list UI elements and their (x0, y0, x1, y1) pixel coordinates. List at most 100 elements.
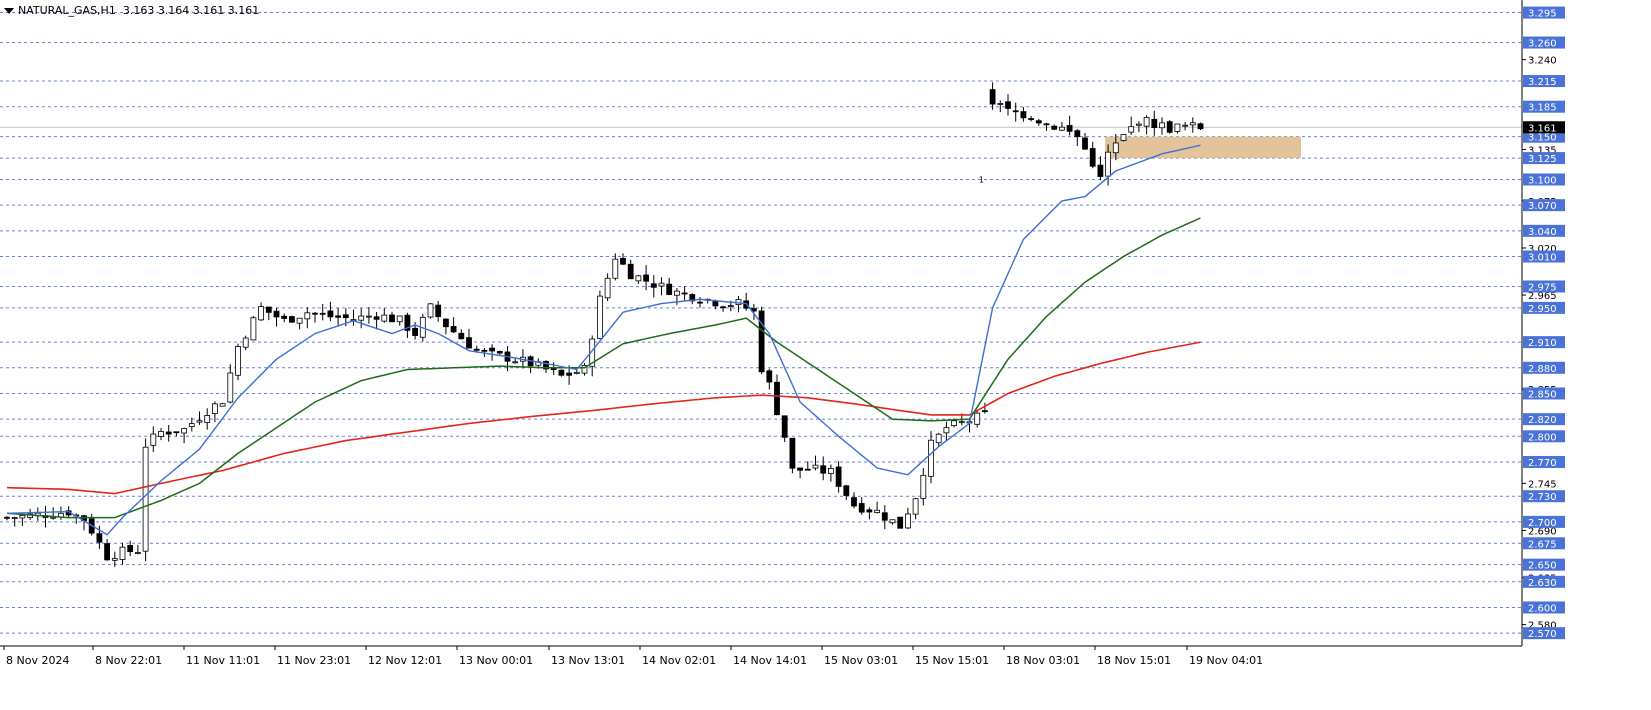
level-label: 2.600 (1528, 603, 1557, 614)
candle-body (1112, 142, 1119, 154)
candle-body (227, 372, 234, 403)
candle-body (373, 316, 380, 320)
candle-body (851, 497, 857, 507)
time-tick-label: 14 Nov 02:01 (642, 654, 716, 667)
candle-body (111, 558, 118, 561)
candle-body (1051, 125, 1058, 130)
zone-rect (1105, 136, 1301, 159)
ohlc-values: 3.163 3.164 3.161 3.161 (122, 4, 260, 17)
candle-body (1005, 101, 1011, 109)
candle-body (273, 310, 280, 318)
candle-body (1097, 164, 1104, 177)
candle-body (296, 317, 303, 324)
level-label: 3.010 (1528, 253, 1557, 264)
candle-body (127, 545, 134, 553)
candle (1197, 122, 1204, 131)
candle-body (196, 420, 203, 423)
time-tick-label: 15 Nov 03:01 (824, 654, 898, 667)
candle-body (204, 415, 211, 423)
candle-body (951, 420, 957, 427)
candle-body (134, 552, 141, 554)
chart-title[interactable]: NATURAL_GAS,H1 3.163 3.164 3.161 3.161 (4, 4, 259, 17)
candle-body (396, 315, 403, 323)
candle-body (466, 337, 472, 349)
candle-body (566, 372, 572, 376)
candle (758, 306, 765, 375)
candle-body (158, 431, 164, 437)
level-label: 3.100 (1528, 175, 1557, 186)
price-chart-svg[interactable]: 1 3.2403.1353.0753.0202.9652.8552.7452.6… (0, 0, 1651, 706)
level-label: 2.950 (1528, 304, 1557, 315)
candle-body (828, 468, 834, 474)
candle-body (573, 371, 580, 374)
candle-body (627, 263, 634, 280)
time-tick-label: 8 Nov 2024 (6, 654, 69, 667)
time-tick-label: 11 Nov 23:01 (277, 654, 351, 667)
level-label: 2.975 (1528, 282, 1557, 293)
candle-body (658, 282, 665, 287)
candle-body (874, 509, 880, 513)
time-tick-label: 13 Nov 00:01 (459, 654, 533, 667)
candle-body (304, 312, 311, 320)
candle-body (727, 305, 734, 307)
candle-body (281, 315, 288, 319)
candle-body (265, 306, 272, 313)
candle-body (997, 103, 1004, 105)
candle-body (211, 403, 218, 414)
time-tick-label: 13 Nov 13:01 (551, 654, 625, 667)
candle-body (235, 346, 241, 376)
candle-body (720, 306, 726, 309)
candle-body (1143, 116, 1150, 127)
level-label: 2.570 (1528, 629, 1557, 640)
candle-body (450, 326, 457, 333)
candle-body (881, 512, 888, 521)
time-tick-label: 19 Nov 04:01 (1189, 654, 1263, 667)
level-label: 2.630 (1528, 578, 1557, 589)
candle-body (11, 517, 18, 519)
candle-body (1089, 148, 1096, 167)
candle (288, 315, 295, 323)
time-tick-label: 11 Nov 11:01 (186, 654, 260, 667)
candle-body (104, 543, 110, 561)
candle-body (489, 347, 496, 352)
candle-body (242, 337, 249, 348)
candle-body (797, 467, 803, 471)
candle-body (866, 509, 873, 513)
level-label: 2.700 (1528, 518, 1557, 529)
candle-body (142, 446, 149, 552)
candle-body (442, 318, 449, 328)
candle-body (812, 464, 819, 469)
candle-body (4, 516, 10, 519)
candle-body (365, 315, 372, 318)
level-label: 3.040 (1528, 227, 1557, 238)
candle-body (1074, 130, 1081, 138)
candle-body (620, 257, 626, 265)
candle-body (781, 415, 788, 438)
price-tick-label: 2.745 (1528, 479, 1557, 490)
candle-body (150, 433, 157, 446)
candle-body (288, 316, 295, 323)
candle-body (982, 410, 988, 413)
current-price-label: 3.161 (1528, 123, 1557, 134)
level-label: 2.910 (1528, 338, 1557, 349)
time-tick-label: 12 Nov 12:01 (368, 654, 442, 667)
candle-body (119, 546, 126, 560)
candle-body (19, 514, 26, 519)
candle-body (173, 431, 180, 434)
candle (789, 437, 796, 474)
level-label: 2.770 (1528, 458, 1557, 469)
candle-body (1028, 118, 1034, 120)
candle-body (697, 301, 703, 304)
candle-body (643, 274, 649, 282)
candle-body (250, 317, 257, 341)
candle-body (989, 89, 996, 105)
chart-area[interactable]: 1 3.2403.1353.0753.0202.9652.8552.7452.6… (0, 0, 1651, 706)
candle-body (1012, 110, 1019, 113)
candle-body (358, 315, 365, 321)
symbol-label: NATURAL_GAS,H1 (18, 4, 116, 17)
candle-body (165, 431, 172, 435)
candle-body (458, 332, 465, 340)
level-label: 3.260 (1528, 39, 1557, 50)
candle (235, 343, 241, 381)
dropdown-triangle-icon[interactable] (4, 8, 14, 14)
